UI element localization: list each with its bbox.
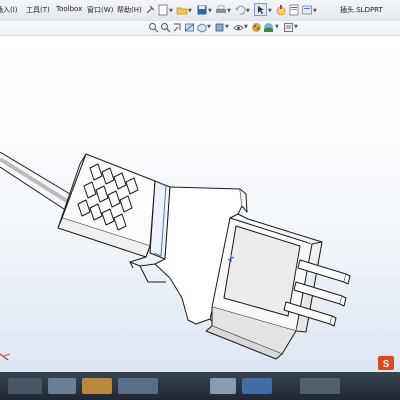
print-dropdown-arrow[interactable]: ▼ xyxy=(227,8,231,14)
taskbar-app-2[interactable] xyxy=(48,378,76,394)
file-properties-icon[interactable] xyxy=(288,4,300,16)
open-icon[interactable] xyxy=(176,4,188,16)
open-dropdown-arrow[interactable]: ▼ xyxy=(188,8,192,14)
settings-dropdown-arrow[interactable]: ▼ xyxy=(294,24,298,30)
ime-badge-icon[interactable]: S xyxy=(378,356,394,370)
zoom-to-fit-icon[interactable] xyxy=(148,22,159,33)
taskbar-app-3[interactable] xyxy=(82,378,112,394)
cable xyxy=(0,151,71,210)
select-dropdown-arrow[interactable]: ▼ xyxy=(268,8,272,14)
taskbar-app-6[interactable] xyxy=(242,378,272,394)
menu-insert[interactable]: 插入(I) xyxy=(0,5,18,15)
orientation-dropdown-arrow[interactable]: ▼ xyxy=(207,24,211,30)
rebuild-icon[interactable] xyxy=(275,4,287,16)
new-document-icon[interactable] xyxy=(157,4,169,16)
taskbar xyxy=(0,372,400,400)
options-icon[interactable] xyxy=(301,4,313,16)
taskbar-app-5[interactable] xyxy=(210,378,236,394)
save-icon[interactable] xyxy=(196,4,208,16)
zoom-area-icon[interactable] xyxy=(160,22,171,33)
section-view-icon[interactable] xyxy=(184,22,195,33)
menu-help[interactable]: 帮助(H) xyxy=(117,5,142,15)
hide-dropdown-arrow[interactable]: ▼ xyxy=(244,24,248,30)
hide-show-icon[interactable] xyxy=(233,22,244,33)
cad-application-window: 插入(I) 工具(T) Toolbox 窗口(W) 帮助(H) ▼ ▼ ▼ ▼ xyxy=(0,0,400,400)
apply-scene-icon[interactable] xyxy=(263,22,274,33)
menu-window[interactable]: 窗口(W) xyxy=(87,5,113,15)
edit-appearance-icon[interactable] xyxy=(251,22,262,33)
previous-view-icon[interactable] xyxy=(172,22,183,33)
print-icon[interactable] xyxy=(215,4,227,16)
grip-block xyxy=(57,153,156,258)
undo-dropdown-arrow[interactable]: ▼ xyxy=(246,8,250,14)
display-dropdown-arrow[interactable]: ▼ xyxy=(225,24,229,30)
document-title: 插头.SLDPRT xyxy=(340,6,383,14)
corner-axis-triad xyxy=(0,353,11,361)
new-dropdown-arrow[interactable]: ▼ xyxy=(169,8,173,14)
graphics-viewport[interactable] xyxy=(0,36,400,372)
view-settings-icon[interactable] xyxy=(283,22,294,33)
ime-badge-label: S xyxy=(383,359,390,370)
save-dropdown-arrow[interactable]: ▼ xyxy=(208,8,212,14)
plug-model[interactable] xyxy=(0,36,400,372)
taskbar-app-1[interactable] xyxy=(8,378,42,394)
options-dropdown-arrow[interactable]: ▼ xyxy=(313,8,317,14)
view-orientation-icon[interactable] xyxy=(196,22,207,33)
display-style-icon[interactable] xyxy=(214,22,225,33)
select-icon[interactable] xyxy=(254,3,267,16)
taskbar-app-4[interactable] xyxy=(118,378,158,394)
menu-toolbox[interactable]: Toolbox xyxy=(56,5,82,13)
taskbar-app-7[interactable] xyxy=(300,378,340,394)
view-toolbar: ▼ ▼ ▼ ▼ ▼ xyxy=(0,21,400,36)
undo-icon[interactable] xyxy=(234,4,246,16)
scene-dropdown-arrow[interactable]: ▼ xyxy=(275,24,279,30)
menu-tools[interactable]: 工具(T) xyxy=(26,5,50,15)
menu-bar: 插入(I) 工具(T) Toolbox 窗口(W) 帮助(H) ▼ ▼ ▼ ▼ xyxy=(0,0,400,22)
pin-icon[interactable] xyxy=(144,4,156,16)
